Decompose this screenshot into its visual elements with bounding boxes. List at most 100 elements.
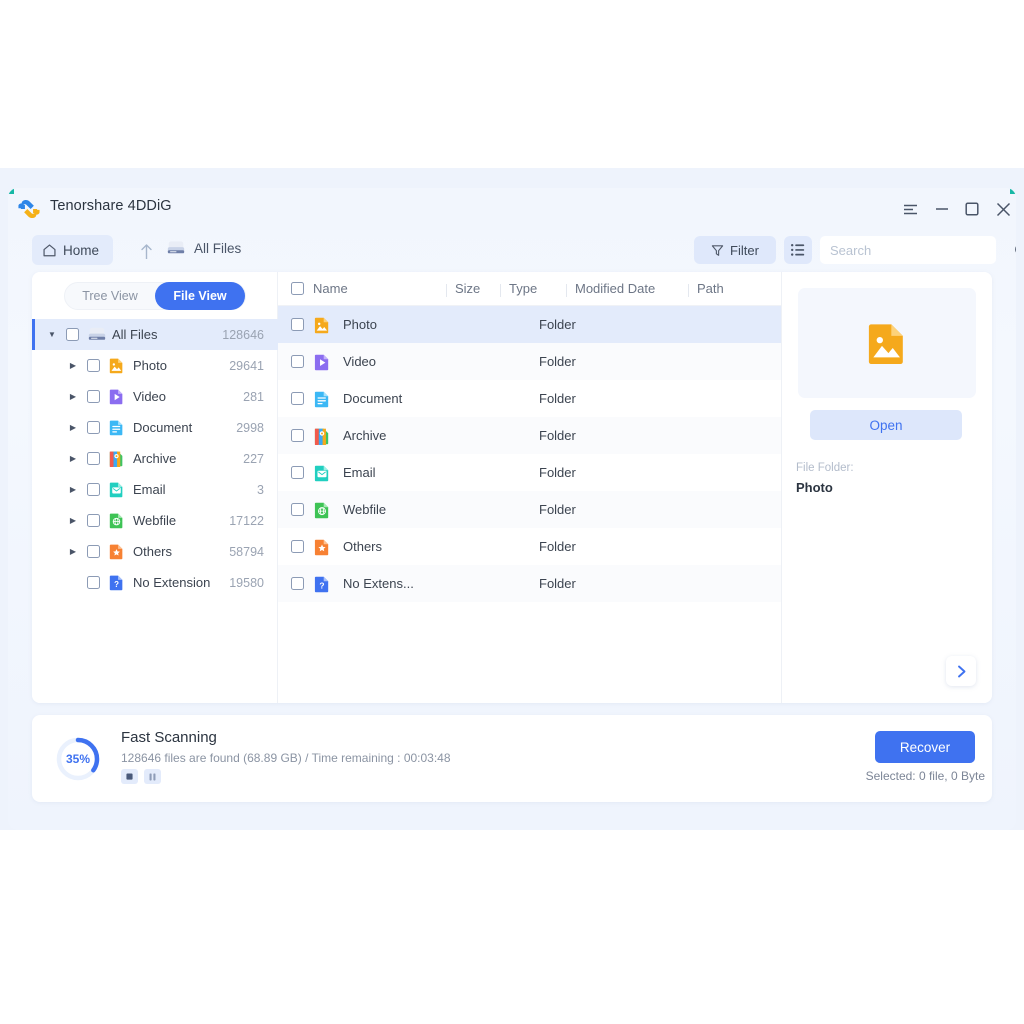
open-button[interactable]: Open [810,410,962,440]
sidebar-item-archive[interactable]: ▶Archive227 [32,443,278,474]
caret-right-icon[interactable]: ▶ [65,547,81,556]
chevron-right-icon[interactable] [946,656,976,686]
row-checkbox[interactable] [291,355,304,368]
caret-right-icon[interactable]: ▶ [65,516,81,525]
hard-drive-icon [166,240,186,256]
sidebar-checkbox[interactable] [87,514,100,527]
row-checkbox[interactable] [291,392,304,405]
sidebar-checkbox[interactable] [87,483,100,496]
search-icon[interactable] [1014,243,1016,258]
table-row[interactable]: Archive Folder [278,417,781,454]
minimize-icon[interactable] [929,196,955,222]
sidebar-item-document[interactable]: ▶Document2998 [32,412,278,443]
title-bar: Tenorshare 4DDiG [8,188,1016,230]
home-icon [42,243,57,258]
caret-right-icon[interactable]: ▶ [65,485,81,494]
cell-type: Folder [539,465,605,480]
sidebar-item-all-files[interactable]: ▼All Files128646 [32,319,278,350]
sidebar-checkbox[interactable] [87,390,100,403]
sidebar-item-video[interactable]: ▶Video281 [32,381,278,412]
breadcrumb[interactable]: All Files [166,240,241,256]
maximize-icon[interactable] [959,196,985,222]
table-row[interactable]: PhotoFolder [278,306,781,343]
column-header-path[interactable]: Path [697,281,781,296]
select-all-checkbox[interactable] [291,282,304,295]
caret-right-icon[interactable]: ▶ [65,392,81,401]
row-checkbox[interactable] [291,577,304,590]
sidebar-item-label: Others [133,544,229,559]
cell-type: Folder [539,391,605,406]
pause-icon[interactable] [144,769,161,784]
file-list: Name Size Type Modified Date Path PhotoF… [278,272,782,703]
column-header-name[interactable]: Name [313,281,455,296]
close-icon[interactable] [990,196,1016,222]
cell-name: Email [343,465,485,480]
row-checkbox[interactable] [291,466,304,479]
sidebar-item-photo[interactable]: ▶Photo29641 [32,350,278,381]
sidebar-checkbox[interactable] [87,421,100,434]
table-row[interactable]: VideoFolder [278,343,781,380]
menu-icon[interactable] [897,196,923,222]
filter-button[interactable]: Filter [694,236,776,264]
sidebar-item-label: Photo [133,358,229,373]
document-file-icon [108,419,125,436]
arrow-up-icon[interactable] [134,240,158,262]
webfile-icon [313,501,331,519]
hard-drive-icon [87,326,104,343]
document-file-icon [313,390,331,408]
list-view-icon[interactable] [784,236,812,264]
sidebar-checkbox[interactable] [87,545,100,558]
scan-status-subtitle: 128646 files are found (68.89 GB) / Time… [121,751,451,765]
hard-drive-icon [87,326,107,343]
photo-file-icon [108,357,125,374]
toolbar: Home All Files Filter [8,230,1016,272]
column-header-modified-date[interactable]: Modified Date [575,281,697,296]
app-title: Tenorshare 4DDiG [50,198,172,214]
caret-down-icon[interactable]: ▼ [44,330,60,339]
sidebar: Tree View File View ▼All Files128646 ▶ Pho… [32,272,278,703]
photo-file-icon [313,316,331,334]
sidebar-checkbox[interactable] [66,328,79,341]
search-input[interactable] [820,243,1014,258]
table-row[interactable]: ?No Extens...Folder [278,565,781,602]
table-row[interactable]: Document Folder [278,380,781,417]
home-button[interactable]: Home [32,235,113,265]
document-file-icon [313,390,331,408]
sidebar-checkbox[interactable] [87,452,100,465]
stop-icon[interactable] [121,769,138,784]
sidebar-item-email[interactable]: ▶Email3 [32,474,278,505]
caret-right-icon[interactable]: ▶ [65,361,81,370]
row-checkbox[interactable] [291,503,304,516]
photo-file-icon [313,316,331,334]
breadcrumb-label: All Files [194,241,241,256]
row-checkbox[interactable] [291,318,304,331]
no-extension-icon: ? [108,574,125,591]
sidebar-checkbox[interactable] [87,576,100,589]
row-checkbox[interactable] [291,540,304,553]
cell-name: Document [343,391,485,406]
others-file-icon [313,538,331,556]
sidebar-item-count: 58794 [229,545,278,559]
tab-file-view[interactable]: File View [155,282,245,310]
caret-right-icon[interactable]: ▶ [65,454,81,463]
sidebar-item-count: 3 [257,483,278,497]
table-row[interactable]: Email Folder [278,454,781,491]
file-type-tree: ▼All Files128646▶Photo29641▶Video281▶Doc… [32,319,278,598]
cell-name: Archive [343,428,485,443]
photo-file-icon [108,357,125,374]
sidebar-item-no-extension[interactable]: ?No Extension19580 [32,567,278,598]
app-logo-icon [16,196,42,222]
cell-type: Folder [539,428,605,443]
tab-tree-view[interactable]: Tree View [65,282,155,310]
row-checkbox[interactable] [291,429,304,442]
recover-button[interactable]: Recover [875,731,975,763]
table-row[interactable]: WebfileFolder [278,491,781,528]
svg-text:?: ? [319,580,324,590]
sidebar-item-webfile[interactable]: ▶Webfile17122 [32,505,278,536]
sidebar-checkbox[interactable] [87,359,100,372]
others-file-icon [313,538,331,556]
sidebar-item-others[interactable]: ▶ Others58794 [32,536,278,567]
caret-right-icon[interactable]: ▶ [65,423,81,432]
table-header: Name Size Type Modified Date Path [278,272,781,306]
table-row[interactable]: OthersFolder [278,528,781,565]
